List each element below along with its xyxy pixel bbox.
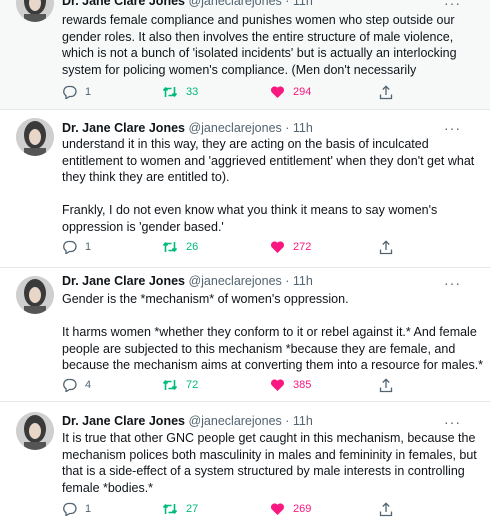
tweet[interactable]: Dr. Jane Clare Jones @janeclarejones · 1… xyxy=(0,268,490,401)
reply-icon xyxy=(63,85,77,99)
more-icon[interactable]: ··· xyxy=(444,415,461,429)
tweet[interactable]: Dr. Jane Clare Jones @janeclarejones · 1… xyxy=(0,0,490,109)
like-button[interactable]: 385 xyxy=(270,378,311,392)
like-count: 272 xyxy=(293,241,312,253)
reply-count: 1 xyxy=(85,241,92,253)
retweet-icon xyxy=(162,242,178,252)
avatar[interactable] xyxy=(16,276,54,314)
tweet-line: that is a side-effect of a system struct… xyxy=(62,464,465,478)
tweet-line: rewards female compliance and punishes w… xyxy=(62,13,455,27)
tweet-line: because the mechanism aims at converting… xyxy=(62,358,484,372)
tweet-line: It is true that other GNC people get cau… xyxy=(62,431,476,445)
tweet-header: Dr. Jane Clare Jones @janeclarejones · 1… xyxy=(62,273,313,289)
retweet-count: 27 xyxy=(186,503,199,515)
tweet-line: gender roles. It also then involves the … xyxy=(62,29,454,44)
tweet-line: which is not a bunch of 'isolated incide… xyxy=(62,46,457,60)
reply-button[interactable]: 1 xyxy=(62,240,91,254)
tweet-header: Dr. Jane Clare Jones @janeclarejones · 1… xyxy=(62,120,313,136)
tweet-actions: 4 72 385 xyxy=(62,378,462,394)
retweet-count: 72 xyxy=(186,379,199,391)
author-name[interactable]: Dr. Jane Clare Jones xyxy=(62,414,185,428)
more-icon[interactable]: ··· xyxy=(444,121,461,135)
author-name[interactable]: Dr. Jane Clare Jones xyxy=(62,0,185,8)
author-name[interactable]: Dr. Jane Clare Jones xyxy=(62,274,185,288)
heart-icon xyxy=(270,86,285,98)
reply-icon xyxy=(63,240,77,254)
tweet-line: they think they are entitled to). xyxy=(62,170,230,184)
like-button[interactable]: 269 xyxy=(270,502,311,516)
tweet-header: Dr. Jane Clare Jones @janeclarejones · 1… xyxy=(62,413,313,429)
tweet-line: mechanism polices both masculinity in ma… xyxy=(62,447,477,462)
tweet-line xyxy=(62,186,472,203)
reply-icon xyxy=(63,378,77,392)
author-handle[interactable]: @janeclarejones xyxy=(188,414,281,428)
reply-button[interactable]: 1 xyxy=(62,502,91,516)
timestamp[interactable]: · 11h xyxy=(285,121,313,135)
heart-icon xyxy=(270,241,285,253)
tweet-actions: 1 27 269 xyxy=(62,502,462,518)
tweet-line: understand it in this way, they are acti… xyxy=(62,137,429,151)
tweet-line: Frankly, I do not even know what you thi… xyxy=(62,203,438,217)
tweet-line: people are subjected to this mechanism *… xyxy=(62,341,456,356)
retweet-button[interactable]: 72 xyxy=(162,378,198,392)
tweet-line: system for policing women's compliance. … xyxy=(62,62,417,77)
more-icon[interactable]: ··· xyxy=(444,276,461,290)
author-handle[interactable]: @janeclarejones xyxy=(188,274,281,288)
tweet-text: rewards female compliance and punishes w… xyxy=(62,12,472,78)
tweet-text: It is true that other GNC people get cau… xyxy=(62,430,477,496)
share-button[interactable] xyxy=(379,240,393,255)
retweet-icon xyxy=(162,87,178,97)
tweet-actions: 1 26 272 xyxy=(62,240,462,256)
retweet-count: 26 xyxy=(186,241,199,253)
tweet-line: oppression is 'gender based.' xyxy=(62,219,224,234)
tweet-line: female *bodies.* xyxy=(62,480,154,495)
reply-count: 1 xyxy=(85,86,92,98)
avatar[interactable] xyxy=(16,0,54,22)
reply-count: 1 xyxy=(85,503,92,515)
reply-button[interactable]: 4 xyxy=(62,378,91,392)
like-button[interactable]: 294 xyxy=(270,85,311,99)
retweet-count: 33 xyxy=(186,86,199,98)
share-icon xyxy=(379,378,393,393)
tweet[interactable]: Dr. Jane Clare Jones @janeclarejones · 1… xyxy=(0,402,490,524)
timestamp[interactable]: · 11h xyxy=(285,0,313,8)
like-count: 294 xyxy=(293,86,312,98)
retweet-button[interactable]: 33 xyxy=(162,85,198,99)
tweet[interactable]: Dr. Jane Clare Jones @janeclarejones · 1… xyxy=(0,110,490,267)
like-count: 385 xyxy=(293,379,312,391)
more-icon[interactable]: ··· xyxy=(444,0,461,10)
tweet-text: understand it in this way, they are acti… xyxy=(62,136,475,235)
share-icon xyxy=(379,85,393,100)
author-name[interactable]: Dr. Jane Clare Jones xyxy=(62,121,185,135)
tweet-line: It harms women *whether they conform to … xyxy=(62,325,477,339)
avatar[interactable] xyxy=(16,118,54,156)
author-handle[interactable]: @janeclarejones xyxy=(188,121,281,135)
heart-icon xyxy=(270,379,285,391)
tweet-line: Gender is the *mechanism* of women's opp… xyxy=(62,292,349,306)
tweet-header: Dr. Jane Clare Jones @janeclarejones · 1… xyxy=(62,0,313,9)
reply-count: 4 xyxy=(85,379,92,391)
tweet-text: Gender is the *mechanism* of women's opp… xyxy=(62,291,484,374)
retweet-button[interactable]: 26 xyxy=(162,240,198,254)
like-button[interactable]: 272 xyxy=(270,240,311,254)
tweet-line xyxy=(62,308,472,325)
share-button[interactable] xyxy=(379,502,393,517)
heart-icon xyxy=(270,503,285,515)
reply-button[interactable]: 1 xyxy=(62,85,91,99)
share-icon xyxy=(379,240,393,255)
tweet-line: entitlement to women and 'aggrieved enti… xyxy=(62,153,475,168)
share-button[interactable] xyxy=(379,378,393,393)
share-button[interactable] xyxy=(379,85,393,100)
like-count: 269 xyxy=(293,503,312,515)
avatar[interactable] xyxy=(16,412,54,450)
retweet-icon xyxy=(162,504,178,514)
author-handle[interactable]: @janeclarejones xyxy=(188,0,281,8)
share-icon xyxy=(379,502,393,517)
timestamp[interactable]: · 11h xyxy=(285,274,313,288)
tweet-actions: 1 33 294 xyxy=(62,85,462,101)
retweet-button[interactable]: 27 xyxy=(162,502,198,516)
reply-icon xyxy=(63,502,77,516)
timestamp[interactable]: · 11h xyxy=(285,414,313,428)
retweet-icon xyxy=(162,380,178,390)
